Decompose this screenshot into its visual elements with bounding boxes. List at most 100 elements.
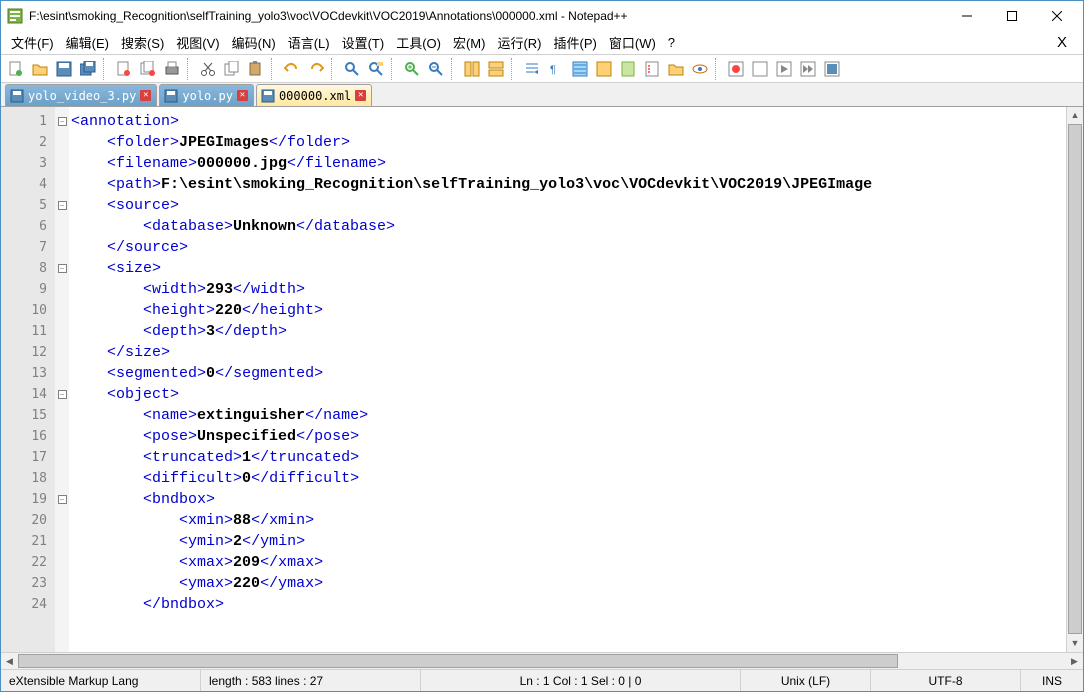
svg-text:¶: ¶ <box>550 64 556 76</box>
func-list-icon[interactable] <box>644 61 660 77</box>
menu-settings[interactable]: 设置(T) <box>336 31 391 54</box>
menu-window[interactable]: 窗口(W) <box>603 31 662 54</box>
tab-label: 000000.xml <box>279 89 351 103</box>
udl-icon[interactable] <box>596 61 612 77</box>
stop-icon[interactable] <box>752 61 768 77</box>
paste-icon[interactable] <box>248 61 264 77</box>
folder-workspace-icon[interactable] <box>668 61 684 77</box>
toolbar: ¶ <box>1 55 1083 83</box>
line-number: 13 <box>1 363 47 384</box>
replace-icon[interactable] <box>368 61 384 77</box>
close-all-icon[interactable] <box>140 61 156 77</box>
tab-close-icon[interactable]: ✕ <box>237 90 248 101</box>
scrollbar-thumb[interactable] <box>18 654 898 668</box>
menu-file[interactable]: 文件(F) <box>5 31 60 54</box>
menu-view[interactable]: 视图(V) <box>170 31 225 54</box>
menu-tools[interactable]: 工具(O) <box>390 31 447 54</box>
maximize-button[interactable] <box>989 2 1034 30</box>
tab-close-icon[interactable]: ✕ <box>355 90 366 101</box>
code-text-area[interactable]: <annotation> <folder>JPEGImages</folder>… <box>69 107 1066 652</box>
wrap-icon[interactable] <box>524 61 540 77</box>
find-icon[interactable] <box>344 61 360 77</box>
line-number: 21 <box>1 531 47 552</box>
copy-icon[interactable] <box>224 61 240 77</box>
tab-close-icon[interactable]: ✕ <box>140 90 151 101</box>
undo-icon[interactable] <box>284 61 300 77</box>
sync-h-icon[interactable] <box>488 61 504 77</box>
line-number: 19 <box>1 489 47 510</box>
menu-run[interactable]: 运行(R) <box>491 31 547 54</box>
fold-toggle-icon[interactable]: − <box>58 117 67 126</box>
line-number: 6 <box>1 216 47 237</box>
menu-macro[interactable]: 宏(M) <box>447 31 492 54</box>
saved-file-icon <box>164 89 178 103</box>
open-file-icon[interactable] <box>32 61 48 77</box>
tab-label: yolo.py <box>182 89 233 103</box>
menu-edit[interactable]: 编辑(E) <box>60 31 115 54</box>
zoom-in-icon[interactable] <box>404 61 420 77</box>
menubar: 文件(F) 编辑(E) 搜索(S) 视图(V) 编码(N) 语言(L) 设置(T… <box>1 31 1083 55</box>
line-number-gutter[interactable]: 1 2 3 4 5 6 7 8 9 10 11 12 13 14 15 16 1… <box>1 107 55 652</box>
toolbar-separator <box>391 58 397 80</box>
redo-icon[interactable] <box>308 61 324 77</box>
menu-search[interactable]: 搜索(S) <box>115 31 170 54</box>
menu-encoding[interactable]: 编码(N) <box>226 31 282 54</box>
menubar-close-icon[interactable]: X <box>1045 34 1079 51</box>
fold-toggle-icon[interactable]: − <box>58 201 67 210</box>
toolbar-separator <box>511 58 517 80</box>
tab-file-1[interactable]: yolo_video_3.py ✕ <box>5 84 157 106</box>
scroll-up-icon[interactable]: ▲ <box>1067 107 1083 124</box>
line-number: 1 <box>1 111 47 132</box>
line-number: 12 <box>1 342 47 363</box>
cut-icon[interactable] <box>200 61 216 77</box>
scroll-down-icon[interactable]: ▼ <box>1067 635 1083 652</box>
status-eol[interactable]: Unix (LF) <box>741 670 871 691</box>
status-insert-mode[interactable]: INS <box>1021 670 1083 691</box>
status-length: length : 583 lines : 27 <box>201 670 421 691</box>
line-number: 7 <box>1 237 47 258</box>
status-language: eXtensible Markup Lang <box>1 670 201 691</box>
close-file-icon[interactable] <box>116 61 132 77</box>
app-icon <box>7 8 23 24</box>
print-icon[interactable] <box>164 61 180 77</box>
indent-guide-icon[interactable] <box>572 61 588 77</box>
line-number: 15 <box>1 405 47 426</box>
titlebar[interactable]: F:\esint\smoking_Recognition\selfTrainin… <box>1 1 1083 31</box>
play-icon[interactable] <box>776 61 792 77</box>
save-icon[interactable] <box>56 61 72 77</box>
toolbar-separator <box>187 58 193 80</box>
line-number: 3 <box>1 153 47 174</box>
tab-file-3-active[interactable]: 000000.xml ✕ <box>256 84 372 106</box>
fold-toggle-icon[interactable]: − <box>58 264 67 273</box>
doc-map-icon[interactable] <box>620 61 636 77</box>
tab-file-2[interactable]: yolo.py ✕ <box>159 84 254 106</box>
scroll-right-icon[interactable]: ▶ <box>1066 653 1083 669</box>
play-multi-icon[interactable] <box>800 61 816 77</box>
horizontal-scrollbar[interactable]: ◀ ▶ <box>1 652 1083 669</box>
vertical-scrollbar[interactable]: ▲ ▼ <box>1066 107 1083 652</box>
menu-plugins[interactable]: 插件(P) <box>548 31 603 54</box>
sync-v-icon[interactable] <box>464 61 480 77</box>
scrollbar-thumb[interactable] <box>1068 124 1082 634</box>
show-all-icon[interactable]: ¶ <box>548 61 564 77</box>
line-number: 9 <box>1 279 47 300</box>
save-all-icon[interactable] <box>80 61 96 77</box>
status-encoding[interactable]: UTF-8 <box>871 670 1021 691</box>
scroll-left-icon[interactable]: ◀ <box>1 653 18 669</box>
fold-toggle-icon[interactable]: − <box>58 495 67 504</box>
tab-label: yolo_video_3.py <box>28 89 136 103</box>
toolbar-separator <box>451 58 457 80</box>
line-number: 20 <box>1 510 47 531</box>
close-button[interactable] <box>1034 2 1079 30</box>
save-macro-icon[interactable] <box>824 61 840 77</box>
minimize-button[interactable] <box>944 2 989 30</box>
line-number: 24 <box>1 594 47 615</box>
new-file-icon[interactable] <box>8 61 24 77</box>
menu-help[interactable]: ? <box>662 33 681 52</box>
monitor-icon[interactable] <box>692 61 708 77</box>
menu-language[interactable]: 语言(L) <box>282 31 336 54</box>
record-icon[interactable] <box>728 61 744 77</box>
zoom-out-icon[interactable] <box>428 61 444 77</box>
fold-toggle-icon[interactable]: − <box>58 390 67 399</box>
line-number: 16 <box>1 426 47 447</box>
